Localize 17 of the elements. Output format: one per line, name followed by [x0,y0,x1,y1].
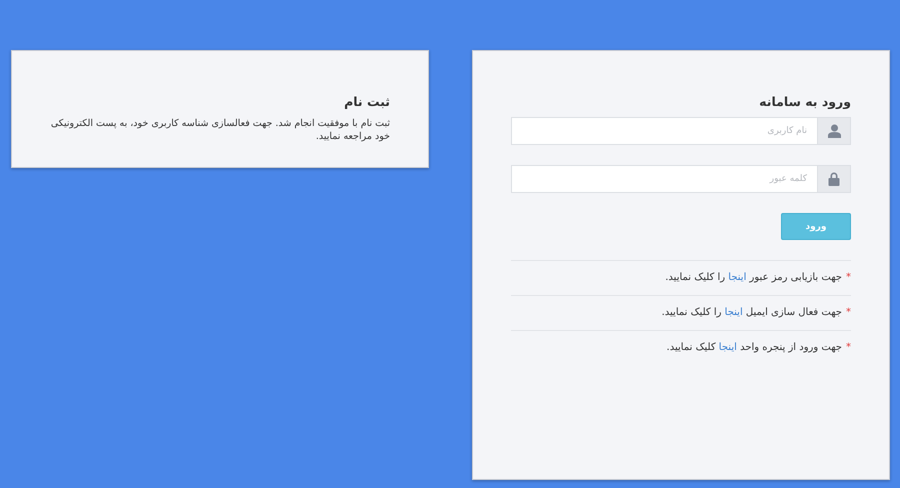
here-link[interactable]: اینجا [724,307,743,318]
help-sentence: جهت بازیابی رمز عبور اینجا را کلیک نمایید. [665,272,842,283]
lock-icon [828,172,840,186]
login-button[interactable]: ورود [781,213,851,240]
required-mark: * [846,307,851,318]
help-sentence: جهت فعال سازی ایمیل اینجا را کلیک نمایید. [662,307,842,318]
success-message: ثبت نام با موفقیت انجام شد. جهت فعالسازی شناسه کاربری خود، به پست الکترونیکی خود مراجعه نمایید. [50,117,390,143]
input-field[interactable]: نام کاربری [511,117,817,145]
help-sentence: جهت ورود از پنجره واحد اینجا کلیک نمایید. [666,342,842,353]
here-link[interactable]: اینجا [718,342,737,353]
card-title: ثبت نام [344,94,390,109]
user-icon [828,124,840,138]
here-link[interactable]: اینجا [728,272,746,283]
required-mark: * [846,342,851,353]
required-mark: * [846,272,851,283]
input-field[interactable]: کلمه عبور [511,165,817,193]
login-title: ورود به سامانه [759,94,851,109]
